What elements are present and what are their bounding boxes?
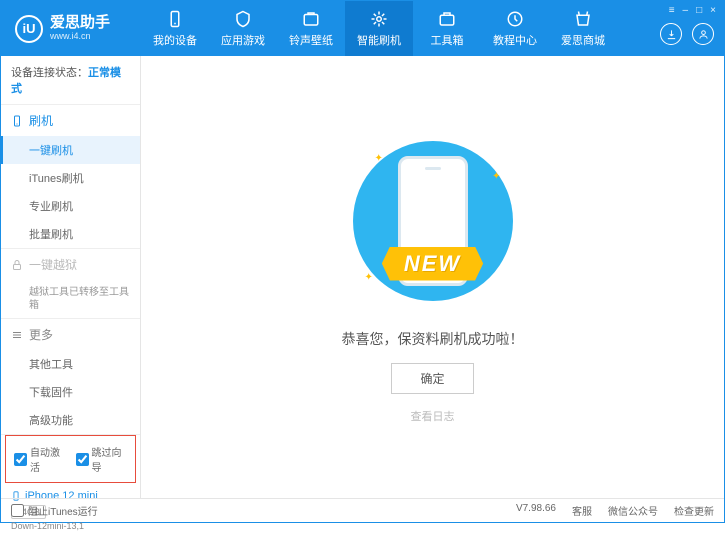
- block-itunes-checkbox[interactable]: 阻止iTunes运行: [11, 503, 98, 518]
- minimize-button[interactable]: –: [681, 5, 691, 16]
- sidebar-group-more[interactable]: 更多: [1, 319, 140, 350]
- success-message: 恭喜您，保资料刷机成功啦！: [342, 329, 524, 349]
- version-label: V7.98.66: [516, 503, 556, 518]
- success-illustration: ✦✦✦ NEW: [333, 131, 533, 311]
- download-icon[interactable]: [660, 23, 682, 45]
- menu-button[interactable]: ≡: [667, 5, 677, 16]
- header-right-buttons: [660, 23, 714, 45]
- flash-item-0[interactable]: 一键刷机: [1, 136, 140, 164]
- lock-icon: [11, 259, 23, 271]
- sidebar-group-flash[interactable]: 刷机: [1, 105, 140, 136]
- nav-3[interactable]: 智能刷机: [345, 1, 413, 56]
- nav-0[interactable]: 我的设备: [141, 1, 209, 56]
- brand-name: 爱思助手: [50, 15, 110, 32]
- nav-1[interactable]: 应用游戏: [209, 1, 277, 56]
- connection-status: 设备连接状态：正常模式: [1, 56, 140, 105]
- main-content: ✦✦✦ NEW 恭喜您，保资料刷机成功啦！ 确定 查看日志: [141, 56, 724, 498]
- nav-4[interactable]: 工具箱: [413, 1, 481, 56]
- user-icon[interactable]: [692, 23, 714, 45]
- nav-6[interactable]: 爱思商城: [549, 1, 617, 56]
- top-nav: 我的设备应用游戏铃声壁纸智能刷机工具箱教程中心爱思商城: [141, 1, 617, 56]
- view-log-link[interactable]: 查看日志: [411, 408, 455, 424]
- sidebar-group-jailbreak[interactable]: 一键越狱: [1, 249, 140, 280]
- close-button[interactable]: ×: [708, 5, 718, 16]
- nav-5[interactable]: 教程中心: [481, 1, 549, 56]
- logo-icon: iU: [15, 15, 43, 43]
- title-bar: iU 爱思助手 www.i4.cn 我的设备应用游戏铃声壁纸智能刷机工具箱教程中…: [1, 1, 724, 56]
- phone-icon: [11, 115, 23, 127]
- more-item-1[interactable]: 下载固件: [1, 378, 140, 406]
- menu-icon: [11, 329, 23, 341]
- sidebar: 设备连接状态：正常模式 刷机 一键刷机iTunes刷机专业刷机批量刷机 一键越狱…: [1, 56, 141, 498]
- ok-button[interactable]: 确定: [391, 363, 473, 394]
- maximize-button[interactable]: □: [694, 5, 704, 16]
- auto-activate-checkbox[interactable]: 自动激活: [14, 444, 66, 474]
- jailbreak-note: 越狱工具已转移至工具箱: [1, 280, 140, 318]
- flash-item-1[interactable]: iTunes刷机: [1, 164, 140, 192]
- more-item-2[interactable]: 高级功能: [1, 406, 140, 434]
- window-buttons: ≡–□ ×: [667, 5, 718, 16]
- footer-link-update[interactable]: 检查更新: [674, 503, 714, 518]
- options-row: 自动激活 跳过向导: [5, 435, 136, 483]
- new-ribbon: NEW: [382, 247, 483, 281]
- app-logo: iU 爱思助手 www.i4.cn: [1, 15, 141, 43]
- footer: 阻止iTunes运行 V7.98.66 客服 微信公众号 检查更新: [1, 498, 724, 522]
- footer-link-support[interactable]: 客服: [572, 503, 592, 518]
- flash-item-3[interactable]: 批量刷机: [1, 220, 140, 248]
- nav-2[interactable]: 铃声壁纸: [277, 1, 345, 56]
- flash-item-2[interactable]: 专业刷机: [1, 192, 140, 220]
- more-item-0[interactable]: 其他工具: [1, 350, 140, 378]
- footer-link-wechat[interactable]: 微信公众号: [608, 503, 658, 518]
- skip-guide-checkbox[interactable]: 跳过向导: [76, 444, 128, 474]
- brand-url: www.i4.cn: [50, 32, 110, 42]
